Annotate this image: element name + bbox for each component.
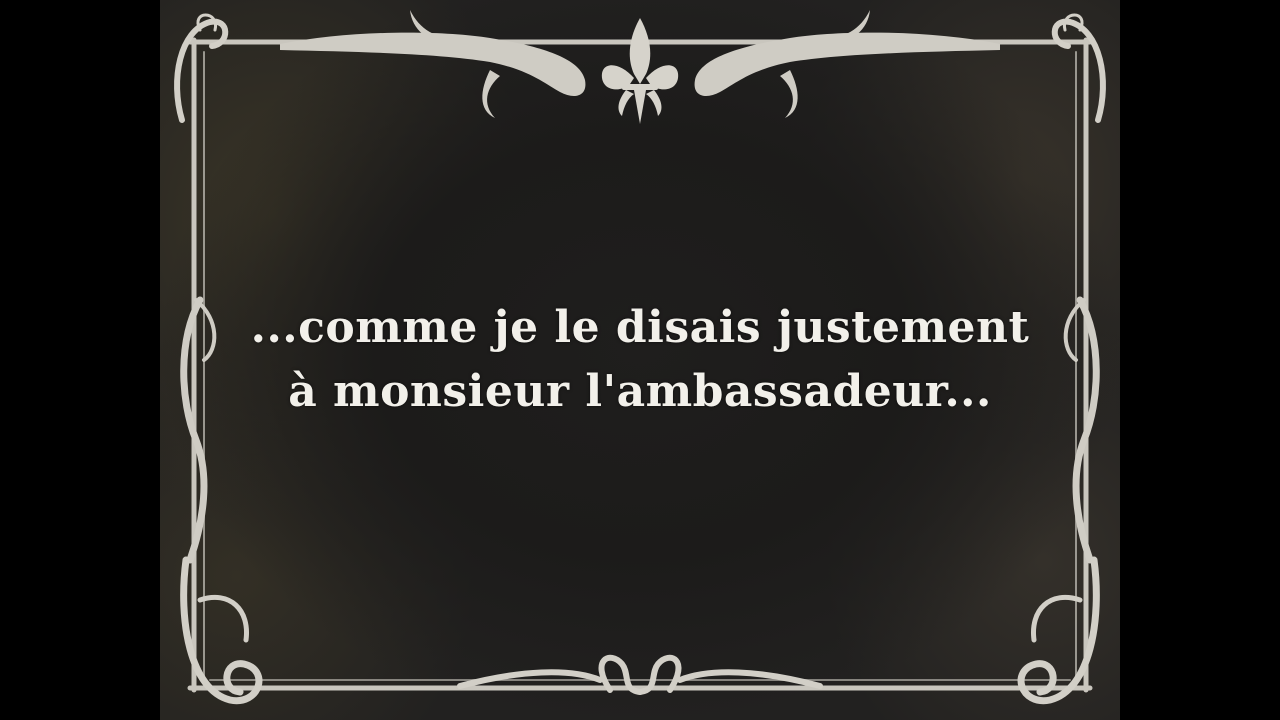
intertitle-line-2: à monsieur l'ambassadeur... bbox=[288, 366, 992, 417]
top-left-swirl bbox=[280, 10, 586, 118]
top-right-swirl bbox=[694, 10, 1000, 118]
video-frame: ...comme je le disais justement à monsie… bbox=[0, 0, 1280, 720]
corner-scroll-top-right bbox=[1051, 13, 1106, 123]
intertitle-card: ...comme je le disais justement à monsie… bbox=[160, 0, 1120, 720]
fleur-de-lis-icon bbox=[601, 18, 679, 124]
intertitle-line-1: ...comme je le disais justement bbox=[250, 302, 1030, 353]
corner-scroll-top-left bbox=[174, 13, 229, 123]
intertitle-text: ...comme je le disais justement à monsie… bbox=[160, 296, 1120, 424]
